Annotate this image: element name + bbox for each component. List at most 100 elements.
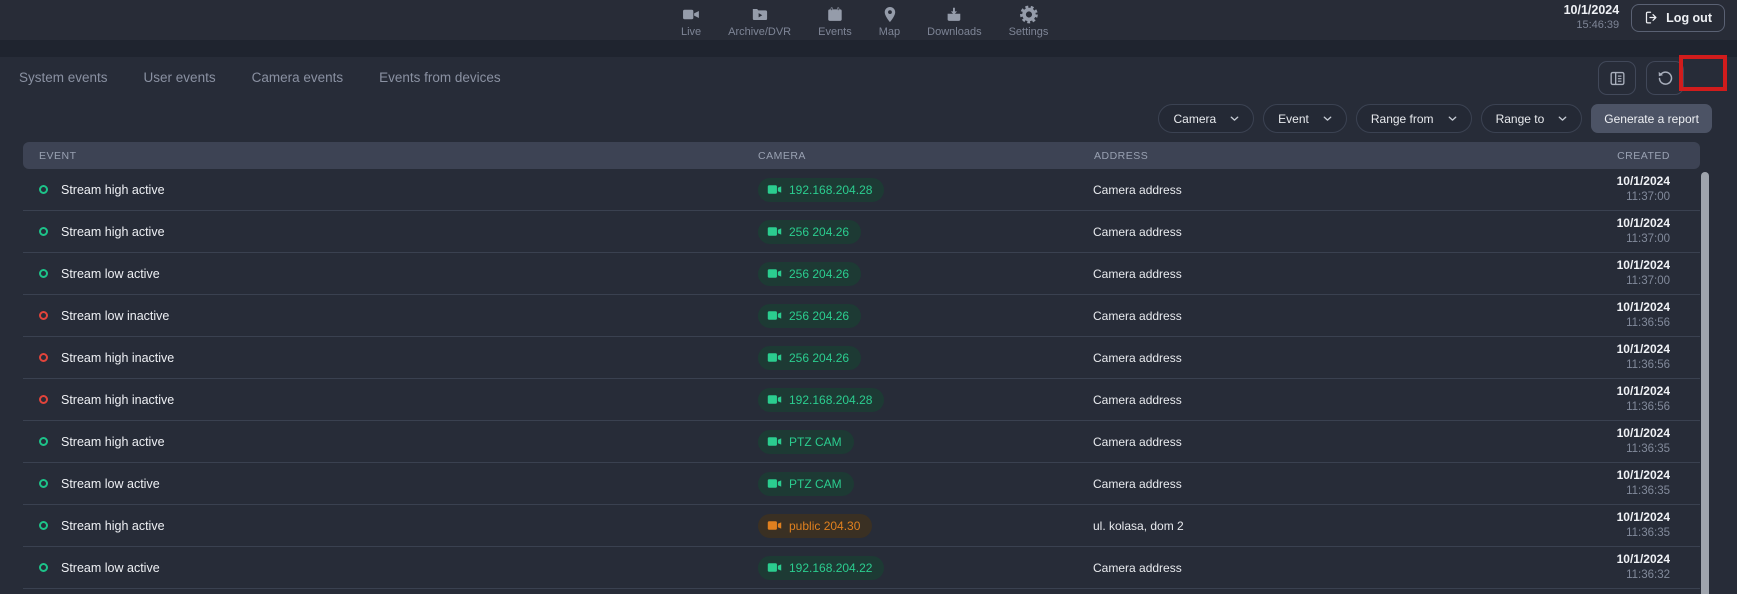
camera-badge: 192.168.204.28 — [758, 178, 884, 202]
tab-events-from-devices[interactable]: Events from devices — [379, 57, 501, 97]
created-time: 11:37:00 — [1453, 232, 1670, 247]
camera-icon — [767, 226, 782, 237]
top-navigation-bar: Live Archive/DVR Events Map Downloads Se… — [0, 0, 1737, 40]
camera-name: PTZ CAM — [789, 435, 842, 449]
camera-cell: PTZ CAM — [753, 472, 1093, 496]
generate-report-button[interactable]: Generate a report — [1591, 104, 1712, 133]
table-row[interactable]: Stream low active 256 204.26 Camera addr… — [23, 253, 1700, 295]
table-row[interactable]: Stream low inactive 256 204.26 Camera ad… — [23, 295, 1700, 337]
main-nav: Live Archive/DVR Events Map Downloads Se… — [672, 1, 1057, 41]
vertical-scrollbar-thumb[interactable] — [1701, 172, 1709, 594]
camera-icon — [767, 478, 782, 489]
event-name: Stream low active — [61, 561, 160, 575]
camera-badge: 256 204.26 — [758, 304, 861, 328]
filter-dropdown-range-to[interactable]: Range to — [1481, 104, 1583, 133]
tab-system-events[interactable]: System events — [19, 57, 108, 97]
nav-item-label: Downloads — [927, 26, 981, 38]
table-row[interactable]: Stream high active public 204.30 ul. kol… — [23, 505, 1700, 547]
created-time: 11:37:00 — [1453, 274, 1670, 289]
event-cell: Stream low active — [23, 477, 753, 491]
camera-badge: 256 204.26 — [758, 220, 861, 244]
table-row[interactable]: Stream high active PTZ CAM Camera addres… — [23, 421, 1700, 463]
report-table-icon — [1608, 69, 1627, 88]
chevron-down-icon — [1446, 112, 1459, 125]
table-row[interactable]: Stream high inactive 192.168.204.28 Came… — [23, 379, 1700, 421]
camera-name: public 204.30 — [789, 519, 860, 533]
nav-item-live[interactable]: Live — [672, 1, 710, 41]
events-table: EVENT CAMERA ADDRESS CREATED Stream high… — [23, 142, 1700, 594]
event-name: Stream low active — [61, 267, 160, 281]
camera-name: 192.168.204.28 — [789, 183, 872, 197]
camera-icon — [767, 562, 782, 573]
chevron-down-icon — [1228, 112, 1241, 125]
filter-dropdown-range-from[interactable]: Range from — [1356, 104, 1472, 133]
event-cell: Stream high active — [23, 183, 753, 197]
camera-icon — [767, 352, 782, 363]
event-status-icon — [39, 395, 48, 404]
table-row[interactable]: Stream high active 192.168.204.28 Camera… — [23, 169, 1700, 211]
nav-icon — [750, 5, 769, 24]
tab-label: System events — [19, 70, 108, 85]
filter-dropdown-camera[interactable]: Camera — [1158, 104, 1254, 133]
created-time: 11:36:35 — [1453, 442, 1670, 457]
refresh-icon — [1656, 69, 1675, 88]
nav-icon — [1019, 5, 1038, 24]
address-cell: ul. kolasa, dom 2 — [1093, 519, 1453, 533]
event-status-icon — [39, 521, 48, 530]
refresh-button[interactable] — [1646, 61, 1684, 95]
nav-icon — [682, 5, 701, 24]
created-time: 11:37:00 — [1453, 190, 1670, 205]
created-date: 10/1/2024 — [1453, 384, 1670, 400]
camera-cell: 192.168.204.22 — [753, 556, 1093, 580]
event-status-icon — [39, 563, 48, 572]
logout-icon — [1644, 10, 1659, 25]
tab-camera-events[interactable]: Camera events — [252, 57, 344, 97]
logout-button[interactable]: Log out — [1631, 4, 1725, 32]
table-header-row: EVENT CAMERA ADDRESS CREATED — [23, 142, 1700, 169]
camera-cell: 256 204.26 — [753, 304, 1093, 328]
created-cell: 10/1/2024 11:36:56 — [1453, 342, 1700, 373]
nav-item-downloads[interactable]: Downloads — [918, 1, 990, 41]
table-row[interactable]: Stream high inactive 256 204.26 Camera a… — [23, 337, 1700, 379]
camera-icon — [767, 520, 782, 531]
table-row[interactable]: Stream high active 256 204.26 Camera add… — [23, 211, 1700, 253]
table-body: Stream high active 192.168.204.28 Camera… — [23, 169, 1700, 594]
created-date: 10/1/2024 — [1453, 258, 1670, 274]
event-status-icon — [39, 311, 48, 320]
nav-item-archive[interactable]: Archive/DVR — [719, 1, 800, 41]
created-cell: 10/1/2024 11:36:35 — [1453, 510, 1700, 541]
nav-item-settings[interactable]: Settings — [1000, 1, 1058, 41]
nav-item-label: Events — [818, 26, 852, 38]
filter-dropdown-event[interactable]: Event — [1263, 104, 1347, 133]
event-cell: Stream high active — [23, 519, 753, 533]
camera-cell: 256 204.26 — [753, 346, 1093, 370]
created-date: 10/1/2024 — [1453, 342, 1670, 358]
created-cell: 10/1/2024 11:36:35 — [1453, 426, 1700, 457]
event-name: Stream high active — [61, 435, 165, 449]
camera-icon — [767, 184, 782, 195]
event-status-icon — [39, 437, 48, 446]
camera-name: 256 204.26 — [789, 225, 849, 239]
event-name: Stream high active — [61, 225, 165, 239]
created-time: 11:36:35 — [1453, 526, 1670, 541]
report-table-button[interactable] — [1598, 61, 1636, 95]
event-cell: Stream high active — [23, 435, 753, 449]
created-time: 11:36:35 — [1453, 484, 1670, 499]
created-cell: 10/1/2024 11:36:32 — [1453, 552, 1700, 583]
camera-badge: PTZ CAM — [758, 430, 854, 454]
table-row[interactable]: Stream low active PTZ CAM Camera address… — [23, 463, 1700, 505]
nav-item-map[interactable]: Map — [870, 1, 909, 41]
created-cell: 10/1/2024 11:36:35 — [1453, 468, 1700, 499]
filter-dropdown-label: Range from — [1371, 112, 1434, 126]
table-row[interactable]: Stream low active 192.168.204.22 Camera … — [23, 547, 1700, 589]
event-name: Stream high active — [61, 183, 165, 197]
address-cell: Camera address — [1093, 393, 1453, 407]
camera-name: PTZ CAM — [789, 477, 842, 491]
created-date: 10/1/2024 — [1453, 216, 1670, 232]
nav-item-events[interactable]: Events — [809, 1, 861, 41]
nav-icon — [945, 5, 964, 24]
nav-icon — [825, 5, 844, 24]
tab-user-events[interactable]: User events — [144, 57, 216, 97]
event-tabs: System events User events Camera events … — [19, 57, 501, 97]
tab-label: Camera events — [252, 70, 344, 85]
